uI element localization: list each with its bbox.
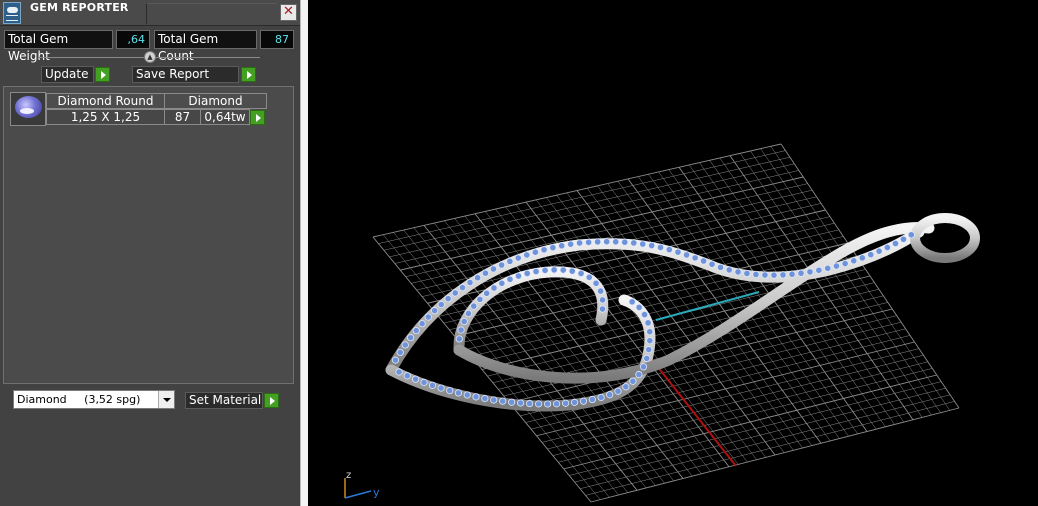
gem-list [3,86,294,384]
chevron-down-icon[interactable] [158,391,174,408]
gem-size-cell: 1,25 X 1,25 [46,109,165,125]
set-material-go-icon[interactable] [264,393,279,408]
update-go-icon[interactable] [95,67,110,82]
collapse-toggle-icon[interactable]: ▲ [144,51,156,63]
gem-shape-header: Diamond Round [46,93,165,109]
gem-thumbnail[interactable] [10,92,46,126]
panel-splitter[interactable] [300,0,308,506]
material-dropdown[interactable]: Diamond (3,52 spg) [13,390,175,409]
diamond-icon [15,96,42,118]
viewport-canvas: z y [344,143,980,503]
gem-reporter-panel: GEM REPORTER ✕ Total Gem Weight ,64 Tota… [0,0,300,506]
title-bar-divider [146,3,277,24]
title-bar: GEM REPORTER ✕ [0,0,300,26]
close-icon[interactable]: ✕ [280,4,297,21]
total-gem-weight-label: Total Gem Weight [4,30,113,63]
gem-count-cell: 87 [164,109,201,125]
y-axis-label: y [373,486,380,499]
gem-reporter-app-icon [3,2,21,24]
gem-material-header: Diamond [164,93,267,109]
total-gem-count-label: Total Gem Count [154,30,257,63]
window-title: GEM REPORTER [30,1,129,14]
total-gem-count-value: 87 [260,30,294,49]
z-axis-label: z [346,470,351,481]
3d-viewport[interactable]: z y [309,0,1038,506]
axis-gizmo: z y [344,470,380,499]
save-report-go-icon[interactable] [241,67,256,82]
set-material-button[interactable]: Set Material [185,392,263,409]
material-selected-value: Diamond (3,52 spg) [17,393,141,406]
save-report-button[interactable]: Save Report [132,66,239,83]
total-gem-weight-value: ,64 [116,30,150,49]
gem-row-go-icon[interactable] [250,110,265,125]
gem-weight-cell: 0,64tw [200,109,250,125]
update-button[interactable]: Update [41,66,94,83]
